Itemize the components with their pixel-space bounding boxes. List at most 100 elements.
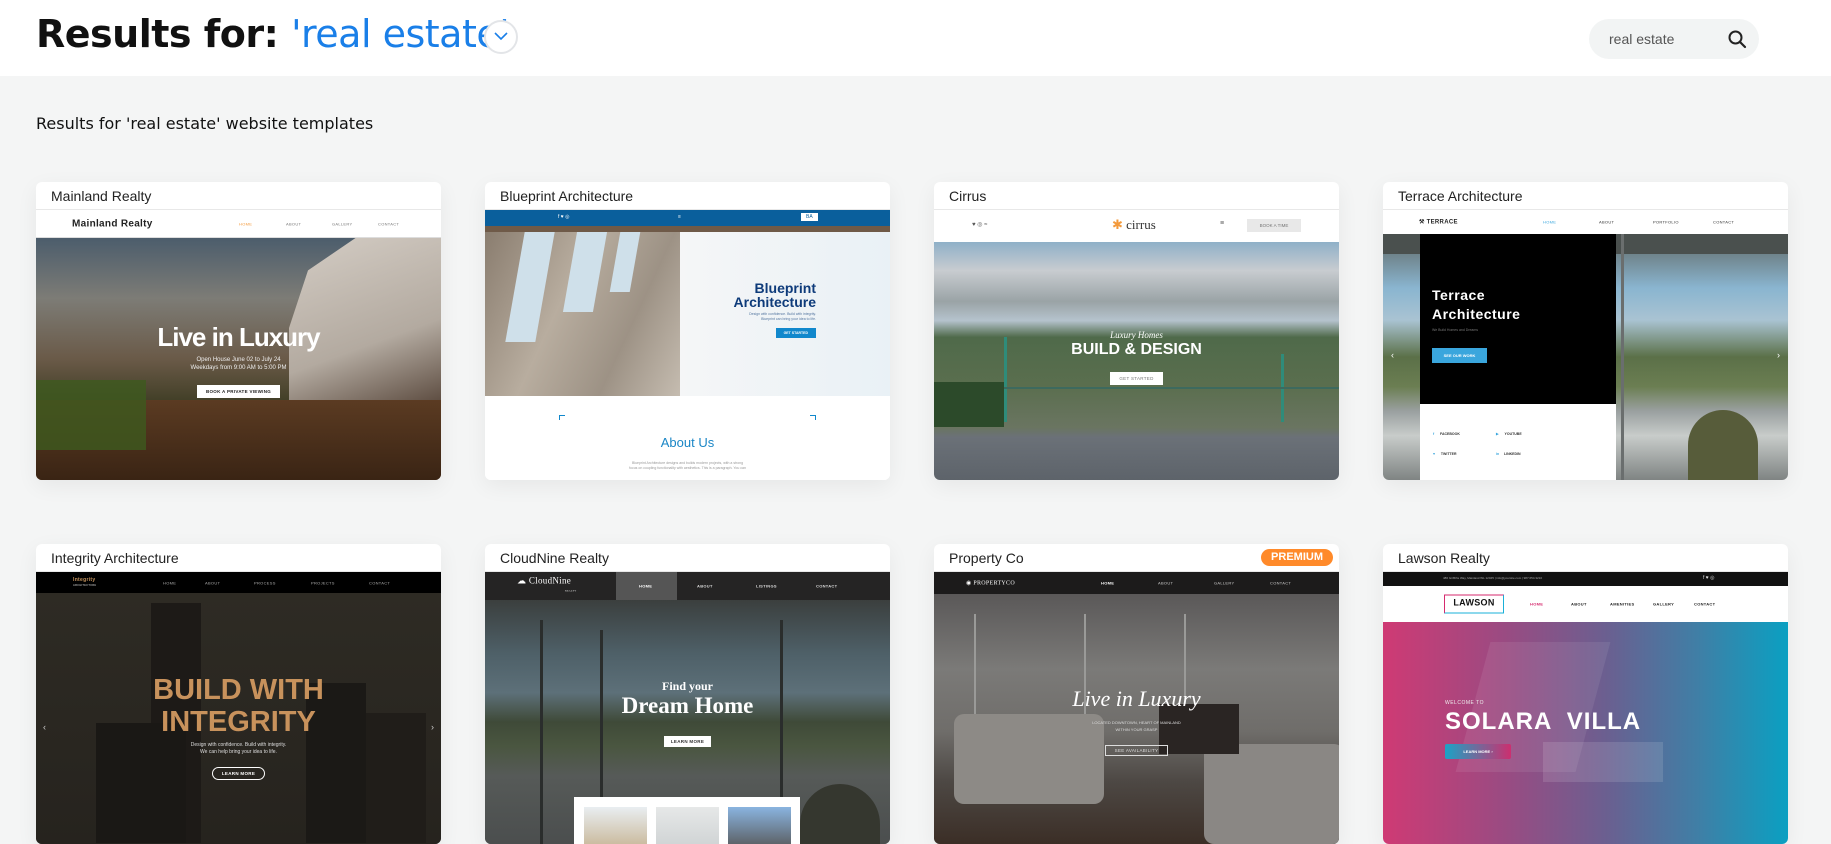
preview-nav-item: CONTACT [1694,601,1716,607]
preview-nav: ◉ PROPERTYCO HOME ABOUT GALLERY CONTACT [934,572,1339,594]
template-name: Blueprint Architecture [500,188,634,204]
template-card[interactable]: Lawson Realty 486 Griffiths Way, Mainlan… [1383,544,1788,844]
search-input[interactable] [1609,29,1719,49]
social-icons: f ♥ ◎ [558,214,570,220]
preview-subheadline: Find your [661,679,713,693]
template-name: Mainland Realty [51,188,152,204]
template-name: Integrity Architecture [51,550,179,566]
preview-cta-button: LEARN MORE [663,736,712,747]
template-name: CloudNine Realty [500,550,609,566]
preview-headline: Terrace Architecture [1432,286,1520,324]
chevron-down-icon [494,32,508,41]
card-header: Lawson Realty [1383,544,1788,572]
card-header: Cirrus [934,182,1339,210]
preview-cta-button: SEE AVAILABILITY [1104,745,1169,756]
template-card[interactable]: CloudNine Realty ☁ CloudNine REALTY HOME … [485,544,890,844]
preview-nav-item: CONTACT [378,221,400,226]
listing-strip [574,797,800,844]
template-name: Terrace Architecture [1398,188,1523,204]
preview-section-title: About Us [660,435,715,450]
preview-text: WITHIN YOUR GRASP [1115,727,1158,732]
social-icons: f ♥ ◎ [1703,575,1715,581]
preview-nav-item: ABOUT [1599,219,1615,225]
preview-text: Design with confidence. Build with integ… [190,742,287,748]
search-button[interactable] [1725,27,1749,51]
preview-headline-line: Architecture [1432,306,1521,322]
preview-nav-item: CONTACT [1713,219,1735,225]
carousel-next-icon: › [1777,350,1780,360]
preview-nav-item: CONTACT [1270,580,1292,586]
preview-nav: ♥ ◎ ≈ ✱ cirrus ≡ BOOK A TIME [934,210,1339,242]
preview-nav-item: GALLERY [1653,601,1675,607]
template-preview[interactable]: ◉ PROPERTYCO HOME ABOUT GALLERY CONTACT … [934,572,1339,844]
template-preview[interactable]: ⚒ TERRACE HOME ABOUT PORTFOLIO CONTACT T… [1383,210,1788,480]
preview-headline: BUILD WITH INTEGRITY [36,674,441,738]
menu-icon: ≡ [678,214,681,220]
template-preview[interactable]: 486 Griffiths Way, Mainland WL 12045 | i… [1383,572,1788,844]
preview-cta-button: LEARN MORE › [1445,744,1511,759]
preview-logo: ⚒ TERRACE [1419,219,1458,226]
preview-nav-item: ABOUT [1571,601,1587,607]
preview-logo-text: Integrity [73,576,96,583]
preview-logo: LAWSON [1444,594,1504,614]
preview-cta-button: LEARN MORE [211,767,266,780]
template-card[interactable]: Cirrus ♥ ◎ ≈ ✱ cirrus ≡ BOOK A TIME Luxu… [934,182,1339,480]
preview-headline-line: INTEGRITY [161,706,316,738]
preview-logo: ☁ CloudNine REALTY [517,575,577,593]
query-dropdown-button[interactable] [484,20,518,54]
preview-nav-item: HOME [1101,580,1115,586]
preview-cta-button: SEE OUR WORK [1432,348,1487,363]
template-card[interactable]: Property Co PREMIUM ◉ PROPERTYCO HOME AB… [934,544,1339,844]
preview-cta-button: GET STARTED [775,328,816,338]
preview-tagline: We Build Homes and Dreams [1432,328,1479,332]
social-link: ▶ YOUTUBE [1496,432,1522,436]
preview-nav: Mainland Realty HOME ABOUT GALLERY CONTA… [36,210,441,238]
preview-headline: Blueprint Architecture [734,281,816,309]
template-card[interactable]: Blueprint Architecture f ♥ ◎ ≡ BA Bluepr… [485,182,890,480]
card-header: Integrity Architecture [36,544,441,572]
preview-kicker: WELCOME TO [1445,700,1484,706]
page-title: Results for: 'real estate' [36,12,510,56]
template-card[interactable]: Integrity Architecture Integrity ARCHITEC… [36,544,441,844]
preview-headline: Live in Luxury [157,322,320,352]
listing-thumbnail [584,807,647,844]
preview-nav-item: PROCESS [254,580,276,585]
listing-thumbnail [656,807,719,844]
template-card[interactable]: Terrace Architecture ⚒ TERRACE HOME ABOU… [1383,182,1788,480]
template-name: Cirrus [949,188,987,204]
preview-topbar: 486 Griffiths Way, Mainland WL 12045 | i… [1383,572,1788,586]
carousel-prev-icon: ‹ [1391,350,1394,360]
preview-nav-item: HOME [1543,219,1557,225]
template-preview[interactable]: Mainland Realty HOME ABOUT GALLERY CONTA… [36,210,441,480]
preview-logo: BA [801,213,818,221]
preview-nav-item: ABOUT [286,221,302,226]
preview-logo: ◉ PROPERTYCO [966,580,1015,587]
carousel-prev-icon: ‹ [43,722,46,732]
social-label: YOUTUBE [1504,432,1522,436]
preview-logo-text: cirrus [1126,217,1156,232]
preview-nav-item: PORTFOLIO [1653,219,1679,225]
preview-nav-item: HOME [639,583,653,589]
template-name: Lawson Realty [1398,550,1490,566]
preview-nav-item: LISTINGS [756,583,777,589]
preview-nav: f ♥ ◎ ≡ BA [485,210,890,226]
template-name: Property Co [949,550,1024,566]
social-link: f FACEBOOK [1433,432,1460,436]
search-icon [1728,30,1747,49]
menu-icon: ≡ [1220,220,1225,227]
template-preview[interactable]: Integrity ARCHITECTURE HOME ABOUT PROCESS… [36,572,441,844]
carousel-next-icon: › [431,722,434,732]
preview-cta-button: GET STARTED [1110,372,1163,385]
social-label: TWITTER [1440,452,1457,456]
social-label: FACEBOOK [1440,432,1460,436]
preview-nav: ⚒ TERRACE HOME ABOUT PORTFOLIO CONTACT [1383,210,1788,234]
template-preview[interactable]: ☁ CloudNine REALTY HOME ABOUT LISTINGS CO… [485,572,890,844]
preview-contact-info: 486 Griffiths Way, Mainland WL 12045 | i… [1443,576,1542,580]
preview-logo: ✱ cirrus [1112,217,1156,232]
template-preview[interactable]: f ♥ ◎ ≡ BA Blueprint Architecture Design… [485,210,890,480]
page-title-prefix: Results for: [36,12,279,56]
hero-image [934,242,1339,480]
template-preview[interactable]: ♥ ◎ ≈ ✱ cirrus ≡ BOOK A TIME Luxury Home… [934,210,1339,480]
template-card[interactable]: Mainland Realty Mainland Realty HOME ABO… [36,182,441,480]
preview-headline: SOLARA VILLA [1445,708,1642,735]
